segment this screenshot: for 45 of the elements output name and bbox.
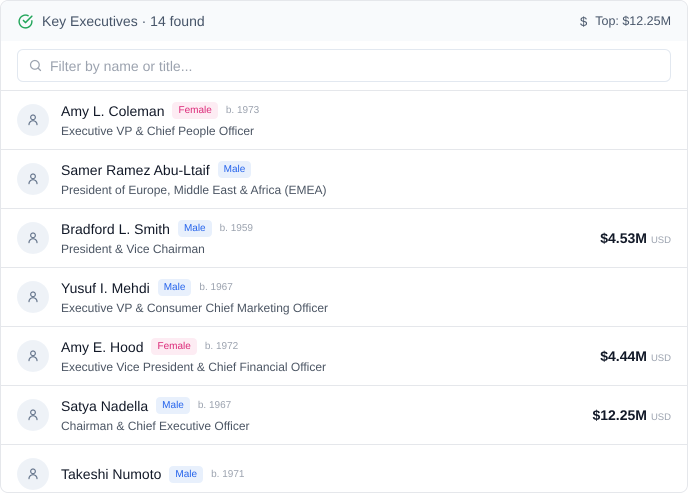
- executive-name: Samer Ramez Abu-Ltaif: [61, 162, 210, 178]
- gender-badge: Male: [218, 161, 252, 178]
- executive-title: Executive Vice President & Chief Financial Officer: [61, 360, 328, 374]
- executive-row[interactable]: Yusuf I. Mehdi Male b. 1967 Executive VP & Consumer Chief Marketing Officer: [1, 268, 687, 327]
- gender-badge: Male: [156, 397, 190, 414]
- birth-year: b. 1973: [226, 105, 260, 116]
- executive-name: Satya Nadella: [61, 398, 148, 414]
- executive-title: Executive VP & Chief People Officer: [61, 124, 255, 138]
- gender-badge: Female: [151, 338, 197, 355]
- executive-name: Takeshi Numoto: [61, 466, 162, 482]
- search-icon: [28, 58, 43, 73]
- gender-badge: Male: [178, 220, 212, 237]
- gender-badge: Male: [158, 279, 192, 296]
- executive-row[interactable]: Satya Nadella Male b. 1967 Chairman & Chief Executive Officer $12.25M USD: [1, 386, 687, 445]
- birth-year: b. 1967: [199, 282, 233, 293]
- compensation-amount: $4.44M: [600, 348, 647, 364]
- birth-year: b. 1967: [198, 400, 232, 411]
- executive-name: Amy E. Hood: [61, 338, 144, 354]
- top-pay-label: Top: $12.25M: [595, 14, 671, 28]
- executive-title: President & Vice Chairman: [61, 242, 206, 256]
- executive-row[interactable]: Amy L. Coleman Female b. 1973 Executive VP & Chief People Officer: [1, 91, 687, 150]
- executive-row[interactable]: Samer Ramez Abu-Ltaif Male President of Europe, Middle East & Africa (EMEA): [1, 150, 687, 209]
- dollar-icon: $: [580, 14, 588, 28]
- gender-badge: Female: [172, 102, 218, 119]
- executive-name: Amy L. Coleman: [61, 102, 164, 118]
- currency-label: USD: [650, 353, 671, 364]
- executive-title: President of Europe, Middle East & Africa (EMEA): [61, 183, 328, 197]
- search-field[interactable]: Filter by name or title...: [17, 49, 671, 82]
- birth-year: b. 1972: [204, 341, 238, 352]
- executive-row[interactable]: Takeshi Numoto Male b. 1971: [1, 445, 687, 492]
- check-circle-icon: [17, 12, 34, 30]
- executive-title: Executive VP & Consumer Chief Marketing Officer: [61, 301, 329, 315]
- currency-label: USD: [650, 235, 671, 246]
- compensation-amount: $4.53M: [600, 230, 647, 246]
- executive-name: Yusuf I. Mehdi: [61, 280, 150, 296]
- currency-label: USD: [650, 412, 671, 423]
- executive-name: Bradford L. Smith: [61, 220, 170, 236]
- header-title: Key Executives · 14 found: [42, 13, 205, 29]
- gender-badge: Male: [169, 466, 204, 482]
- compensation-amount: $12.25M: [592, 407, 647, 423]
- birth-year: b. 1959: [220, 223, 253, 234]
- birth-year: b. 1971: [211, 468, 244, 480]
- executive-row[interactable]: Bradford L. Smith Male b. 1959 President & Vice Chairman $4.53M USD: [1, 209, 687, 268]
- executive-row[interactable]: Amy E. Hood Female b. 1972 Executive Vice President & Chief Financial Officer $4.44M USD: [1, 327, 687, 386]
- executive-title: Chairman & Chief Executive Officer: [61, 419, 251, 433]
